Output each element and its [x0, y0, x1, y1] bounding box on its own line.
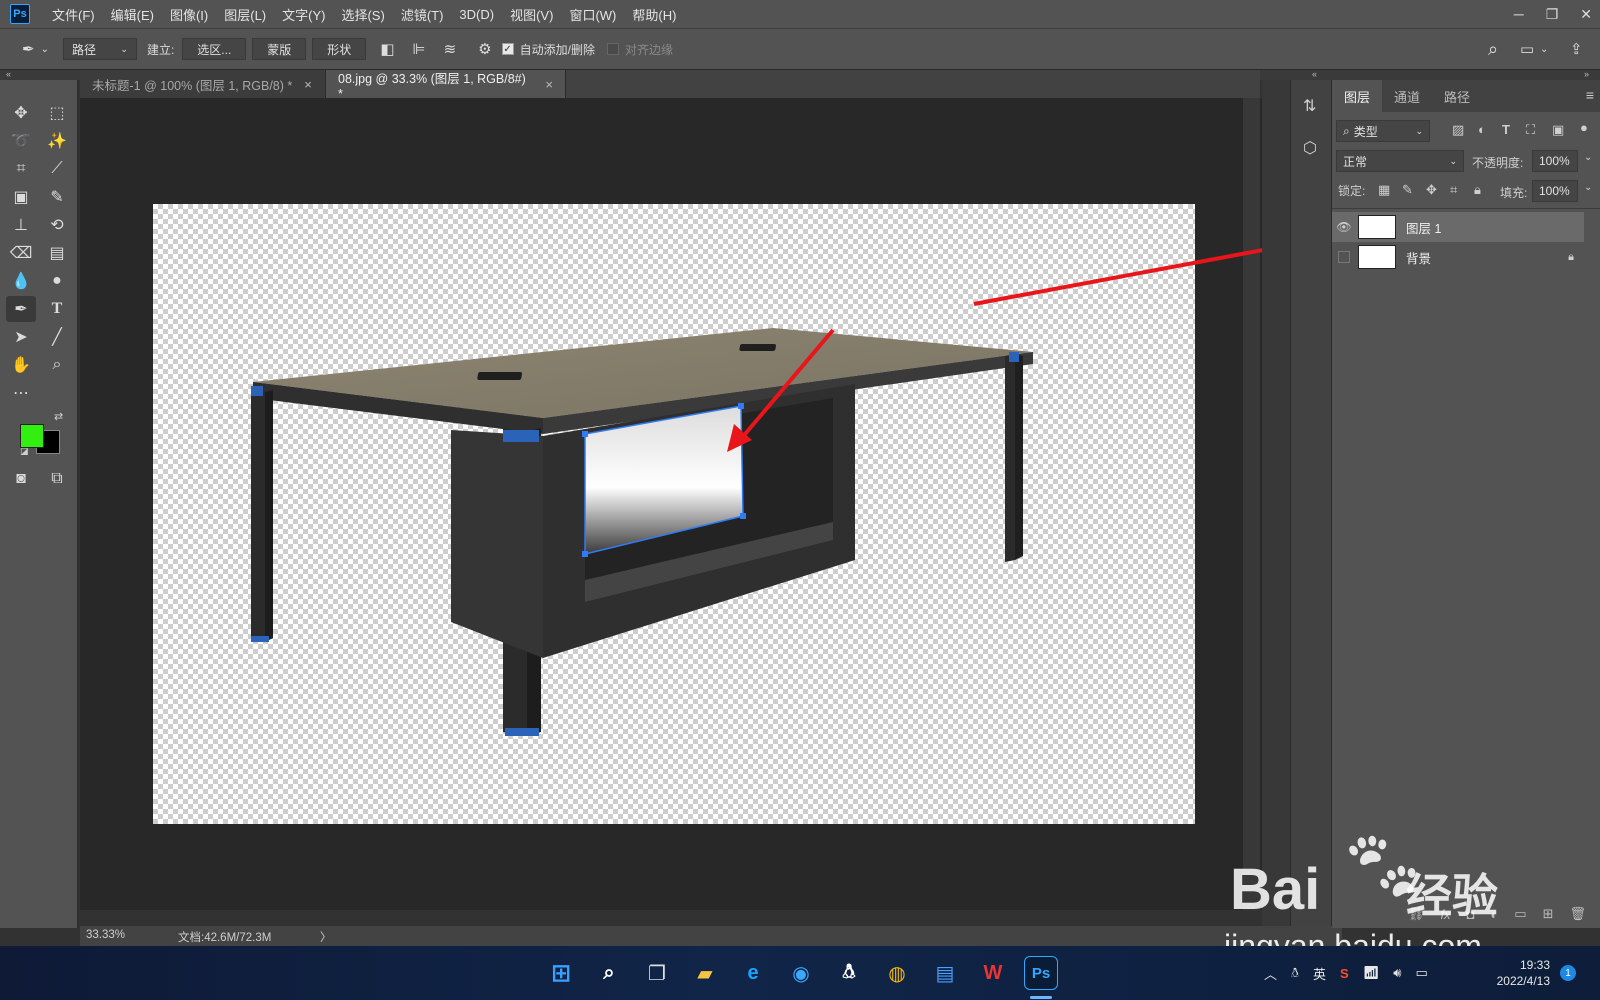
divider — [1332, 208, 1600, 209]
new-layer-icon[interactable]: ⊞ — [1543, 906, 1554, 922]
doc-size[interactable]: 文档:42.6M/72.3M — [178, 929, 271, 945]
panel-gutter — [1262, 80, 1290, 928]
trash-icon[interactable]: 🗑︎ — [1569, 906, 1586, 922]
history-panel-icon[interactable]: ⇅ — [1303, 96, 1316, 116]
filter-adjustment-icon[interactable]: ◐ — [1478, 122, 1486, 137]
zoom-level[interactable]: 33.33% — [86, 929, 125, 941]
tab-channels[interactable]: 通道 — [1382, 80, 1432, 112]
layer-filter-select[interactable]: ⌕ 类型 ⌄ — [1336, 120, 1430, 142]
chevron-down-icon: ⌄ — [1449, 155, 1457, 166]
tab-paths[interactable]: 路径 — [1432, 80, 1482, 112]
sogou-icon[interactable]: S — [1340, 966, 1349, 981]
tab-layers[interactable]: 图层 — [1332, 80, 1383, 112]
active-app-indicator — [1030, 996, 1052, 999]
blend-mode-value: 正常 — [1343, 154, 1368, 169]
3d-panel-icon[interactable]: ⬡ — [1303, 138, 1317, 158]
photoshop-taskbar-icon[interactable]: Ps — [1024, 956, 1058, 990]
layer-row-background[interactable]: 背景 🔒︎ — [1332, 242, 1584, 272]
blend-mode-select[interactable]: 正常 ⌄ — [1336, 150, 1464, 172]
fill-input[interactable]: 100% — [1532, 180, 1578, 202]
chrome-icon[interactable]: ◍ — [880, 956, 914, 990]
chevron-down-icon[interactable]: ⌄ — [1584, 182, 1592, 193]
layer-thumbnail — [1358, 245, 1396, 269]
panel-menu-icon[interactable]: ≡ — [1586, 87, 1594, 103]
lock-label: 锁定: — [1338, 184, 1366, 198]
filter-pixel-icon[interactable]: ▨ — [1452, 122, 1464, 138]
baidu-watermark: Bai 🐾︎ 经验 jingyan.baidu.com — [1224, 827, 1530, 964]
lock-image-icon[interactable]: ✎ — [1402, 182, 1413, 198]
visibility-toggle[interactable] — [1332, 251, 1356, 263]
status-bar: 33.33% 文档:42.6M/72.3M 〉 — [80, 926, 1342, 946]
eye-icon[interactable]: 👁︎ — [1332, 220, 1356, 234]
windows-taskbar: ⊞ ⌕ ❐ ▰ e ◉ 🐧︎ ◍ ▤ W Ps ︿ 🐧︎ 英 S 📶︎ 🔊︎ ▭… — [0, 946, 1600, 1000]
filter-toggle-icon[interactable]: ● — [1580, 120, 1588, 135]
chevron-down-icon[interactable]: ⌄ — [1584, 152, 1592, 163]
filter-smart-object-icon[interactable]: ▣ — [1552, 122, 1564, 138]
panel-dock-strip: ⇅ ⬡ — [1290, 80, 1332, 928]
filter-shape-icon[interactable]: ⛶ — [1526, 122, 1535, 138]
input-language[interactable]: 英 — [1313, 964, 1326, 983]
lock-icon: 🔒︎ — [1568, 250, 1574, 263]
qq-icon[interactable]: 🐧︎ — [832, 956, 866, 990]
task-view-icon[interactable]: ❐ — [640, 956, 674, 990]
opacity-input[interactable]: 100% — [1532, 150, 1578, 172]
wifi-icon[interactable]: 📶︎ — [1363, 965, 1380, 981]
ie-browser-icon[interactable]: e — [736, 956, 770, 990]
cloud-app-icon[interactable]: ◉ — [784, 956, 818, 990]
tray-overflow-icon[interactable]: ︿ — [1264, 964, 1277, 983]
layers-panel: 图层 通道 路径 ≡ ⌕ 类型 ⌄ ▨ ◐ T ⛶ ▣ ● 正常 ⌄ 不透明度:… — [1332, 80, 1600, 928]
fill-label: 填充: — [1500, 186, 1528, 200]
system-tray: ︿ 🐧︎ 英 S 📶︎ 🔊︎ ▭ — [1264, 946, 1428, 1000]
layer-filter-value: 类型 — [1353, 124, 1378, 139]
lock-transparent-icon[interactable]: ▦ — [1378, 182, 1390, 198]
annotation-arrow — [738, 328, 835, 442]
battery-icon[interactable]: ▭ — [1415, 965, 1427, 981]
notification-badge[interactable]: 1 — [1560, 965, 1576, 981]
search-icon[interactable]: ⌕ — [592, 956, 626, 990]
chevron-down-icon: ⌄ — [1415, 125, 1423, 136]
layer-row-layer-1[interactable]: 👁︎ 图层 1 — [1332, 212, 1584, 242]
windows-start-icon[interactable]: ⊞ — [544, 956, 578, 990]
search-icon: ⌕ — [1343, 123, 1350, 138]
filter-type-icon[interactable]: T — [1502, 122, 1510, 137]
notepad-icon[interactable]: ▤ — [928, 956, 962, 990]
layer-thumbnail — [1358, 215, 1396, 239]
clock-time: 19:33 — [1519, 958, 1550, 972]
watermark-brand-cn: 经验 — [1406, 870, 1498, 922]
lock-all-icon[interactable]: 🔒︎ — [1474, 182, 1481, 198]
qq-tray-icon[interactable]: 🐧︎ — [1291, 965, 1299, 982]
layer-name[interactable]: 图层 1 — [1406, 218, 1441, 237]
status-more-arrow[interactable]: 〉 — [320, 929, 332, 945]
panel-tab-bar: 图层 通道 路径 ≡ — [1332, 80, 1600, 112]
file-explorer-icon[interactable]: ▰ — [688, 956, 722, 990]
layer-name[interactable]: 背景 — [1406, 248, 1431, 267]
opacity-label: 不透明度: — [1472, 156, 1524, 170]
volume-icon[interactable]: 🔊︎ — [1393, 965, 1401, 981]
wps-icon[interactable]: W — [976, 956, 1010, 990]
watermark-brand: Bai — [1230, 857, 1321, 922]
clock-date: 2022/4/13 — [1496, 974, 1550, 988]
lock-artboard-icon[interactable]: ⌗ — [1450, 182, 1457, 198]
clock[interactable]: 19:33 2022/4/13 — [1488, 946, 1550, 1000]
lock-position-icon[interactable]: ✥ — [1426, 182, 1437, 198]
